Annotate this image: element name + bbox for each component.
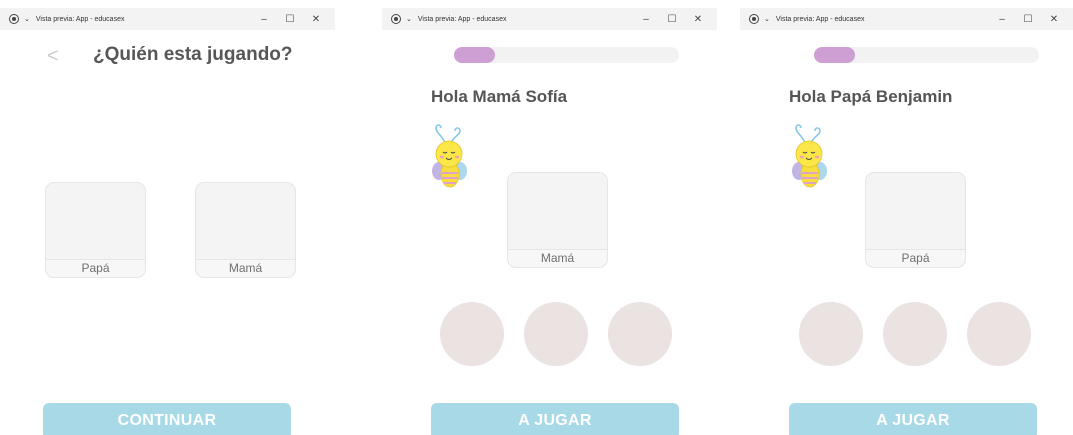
player-card-label: Mamá bbox=[196, 259, 295, 277]
minimize-button[interactable]: – bbox=[989, 14, 1015, 25]
window-who-is-playing: ⌄ Vista previa: App - educasex – ☐ ✕ < ¿… bbox=[0, 0, 335, 435]
maximize-button[interactable]: ☐ bbox=[277, 14, 303, 25]
window-hello-mama: ⌄ Vista previa: App - educasex – ☐ ✕ Hol… bbox=[382, 0, 717, 435]
continue-button[interactable]: CONTINUAR bbox=[43, 403, 291, 435]
title-bar: ⌄ Vista previa: App - educasex – ☐ ✕ bbox=[0, 8, 335, 30]
maximize-button[interactable]: ☐ bbox=[659, 14, 685, 25]
chevron-down-icon[interactable]: ⌄ bbox=[764, 15, 770, 23]
close-button[interactable]: ✕ bbox=[303, 14, 329, 25]
greeting-heading: Hola Mamá Sofía bbox=[431, 87, 568, 106]
title-bar: ⌄ Vista previa: App - educasex – ☐ ✕ bbox=[382, 8, 717, 30]
player-card-papa[interactable]: Papá bbox=[865, 172, 966, 268]
bee-icon bbox=[432, 124, 467, 188]
player-card-mama[interactable]: Mamá bbox=[507, 172, 608, 268]
player-card-papa[interactable]: Papá bbox=[45, 182, 146, 278]
option-circle[interactable] bbox=[440, 302, 504, 366]
minimize-button[interactable]: – bbox=[251, 14, 277, 25]
play-button[interactable]: A JUGAR bbox=[789, 403, 1037, 435]
bee-icon bbox=[792, 124, 827, 188]
maximize-button[interactable]: ☐ bbox=[1015, 14, 1041, 25]
app-icon bbox=[749, 14, 759, 24]
option-circle[interactable] bbox=[967, 302, 1031, 366]
chevron-down-icon[interactable]: ⌄ bbox=[24, 15, 30, 23]
app-icon bbox=[391, 14, 401, 24]
back-arrow-icon[interactable]: < bbox=[47, 45, 59, 68]
window-title: Vista previa: App - educasex bbox=[35, 15, 125, 23]
window-hello-papa: ⌄ Vista previa: App - educasex – ☐ ✕ Hol… bbox=[740, 0, 1073, 435]
player-card-mama[interactable]: Mamá bbox=[195, 182, 296, 278]
progress-fill bbox=[814, 47, 855, 63]
option-circle[interactable] bbox=[608, 302, 672, 366]
greeting-heading: Hola Papá Benjamin bbox=[789, 87, 953, 106]
play-button[interactable]: A JUGAR bbox=[431, 403, 679, 435]
app-icon bbox=[9, 14, 19, 24]
option-circle[interactable] bbox=[524, 302, 588, 366]
player-card-label: Papá bbox=[866, 249, 965, 267]
progress-bar bbox=[454, 47, 679, 63]
progress-bar bbox=[814, 47, 1039, 63]
window-title: Vista previa: App - educasex bbox=[775, 15, 865, 23]
title-bar: ⌄ Vista previa: App - educasex – ☐ ✕ bbox=[740, 8, 1073, 30]
page-title: ¿Quién esta jugando? bbox=[93, 44, 293, 65]
player-card-label: Mamá bbox=[508, 249, 607, 267]
chevron-down-icon[interactable]: ⌄ bbox=[406, 15, 412, 23]
player-card-label: Papá bbox=[46, 259, 145, 277]
window-title: Vista previa: App - educasex bbox=[417, 15, 507, 23]
close-button[interactable]: ✕ bbox=[685, 14, 711, 25]
minimize-button[interactable]: – bbox=[633, 14, 659, 25]
option-circle[interactable] bbox=[883, 302, 947, 366]
option-circle[interactable] bbox=[799, 302, 863, 366]
close-button[interactable]: ✕ bbox=[1041, 14, 1067, 25]
progress-fill bbox=[454, 47, 495, 63]
